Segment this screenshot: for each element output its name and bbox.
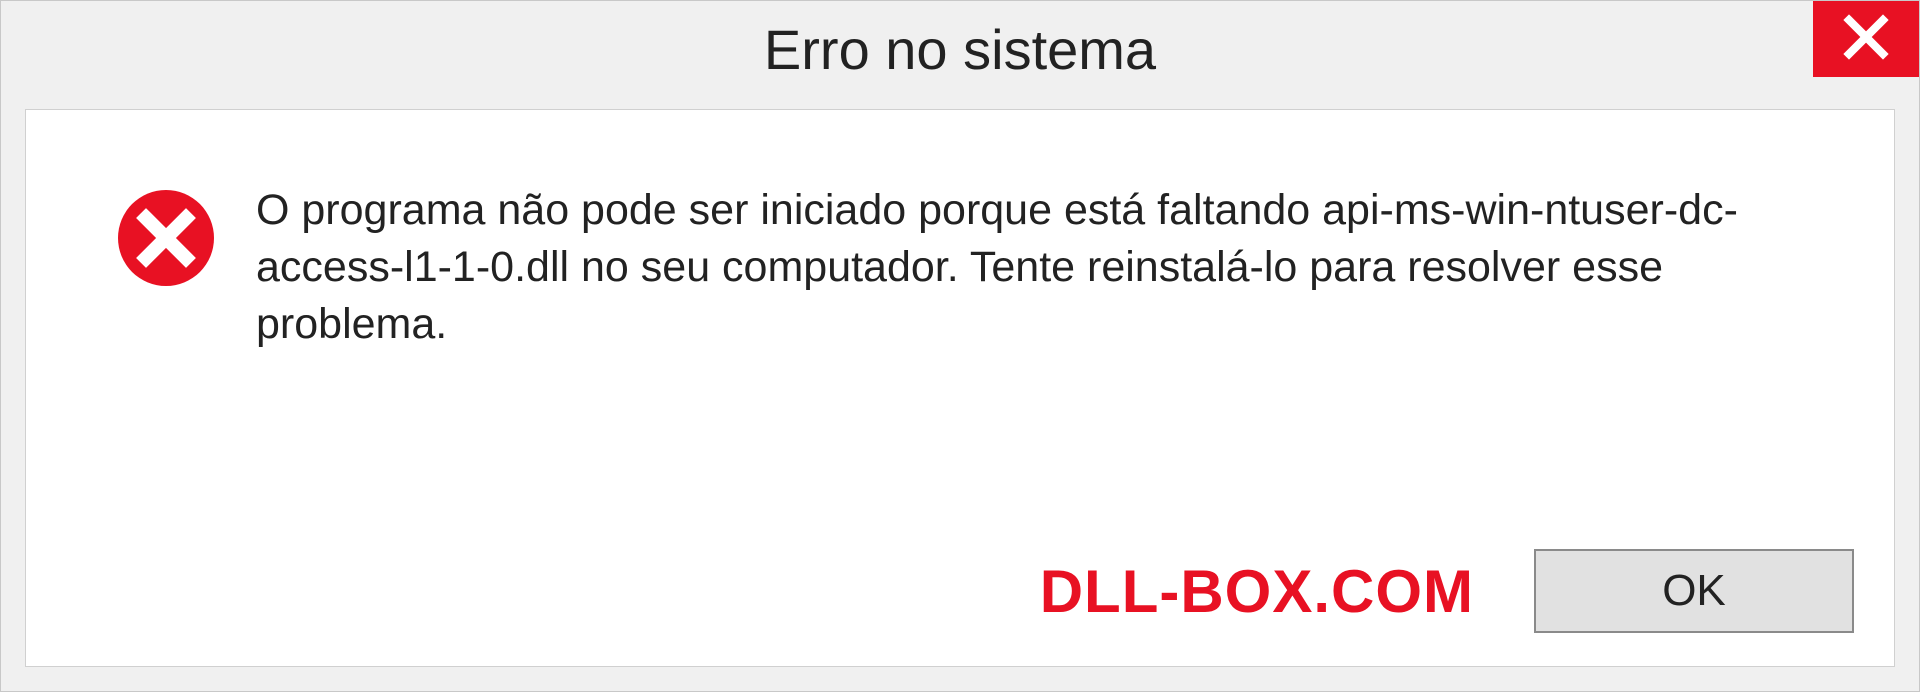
ok-button[interactable]: OK (1534, 549, 1854, 633)
content-panel: O programa não pode ser iniciado porque … (25, 109, 1895, 667)
titlebar: Erro no sistema (1, 1, 1919, 97)
error-icon (116, 188, 216, 288)
ok-button-label: OK (1662, 566, 1726, 616)
watermark-text: DLL-BOX.COM (1040, 557, 1474, 626)
error-message: O programa não pode ser iniciado porque … (256, 182, 1834, 352)
close-button[interactable] (1813, 1, 1919, 77)
message-row: O programa não pode ser iniciado porque … (116, 182, 1834, 352)
footer-row: DLL-BOX.COM OK (26, 536, 1894, 666)
dialog-title: Erro no sistema (764, 17, 1156, 82)
close-icon (1843, 14, 1889, 65)
